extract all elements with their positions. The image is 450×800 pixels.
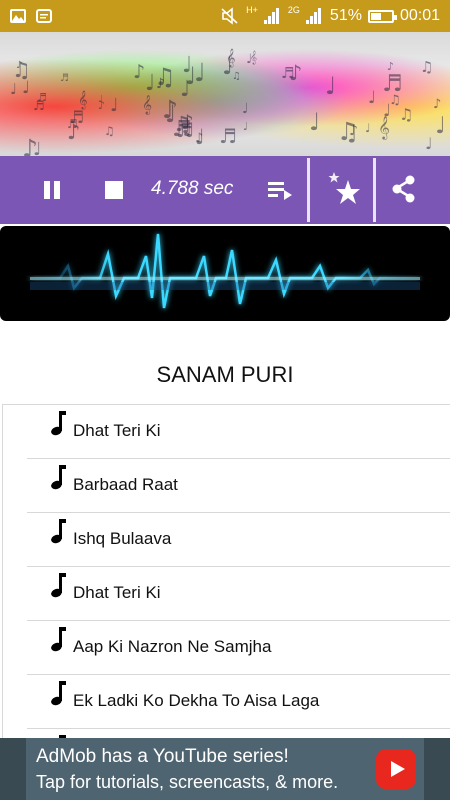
- decorative-music-note-icon: ♫: [12, 58, 31, 82]
- gallery-icon: [10, 9, 26, 23]
- song-title: Aap Ki Nazron Ne Samjha: [73, 637, 272, 656]
- song-list-item[interactable]: Ishq Bulaava: [27, 513, 450, 567]
- decorative-music-note-icon: ♪: [433, 97, 442, 112]
- ad-subline: Tap for tutorials, screencasts, & more.: [36, 772, 339, 792]
- queue-icon: [268, 182, 284, 185]
- song-list-item[interactable]: Ek Ladki Ko Dekha To Aisa Laga: [27, 675, 450, 729]
- pause-icon: [44, 181, 50, 199]
- decorative-music-note-icon: ♬: [67, 117, 78, 131]
- decorative-music-note-icon: ♩: [10, 80, 18, 98]
- pause-button[interactable]: [41, 180, 63, 200]
- music-note-icon: [49, 519, 66, 545]
- battery-icon: [367, 9, 397, 23]
- chat-icon: [36, 9, 52, 23]
- song-list: Dhat Teri Ki Barbaad Raat Ishq Bulaava Dhat…: [2, 404, 450, 740]
- decorative-music-note-icon: ♫: [420, 58, 434, 76]
- divider: [307, 158, 310, 222]
- battery-percent: 51%: [329, 7, 362, 24]
- decorative-music-note-icon: ♩: [33, 139, 42, 156]
- music-note-icon: [49, 411, 66, 437]
- song-list-item[interactable]: Dhat Teri Ki: [27, 567, 450, 621]
- song-title: Dhat Teri Ki: [73, 583, 161, 602]
- decorative-music-note-icon: ♪: [289, 61, 303, 85]
- share-button[interactable]: [390, 174, 418, 204]
- decorative-music-note-icon: ♩: [243, 120, 249, 133]
- decorative-music-note-icon: 𝄞: [142, 95, 153, 115]
- youtube-play-icon[interactable]: [376, 749, 416, 789]
- song-title: Ek Ladki Ko Dekha To Aisa Laga: [73, 691, 320, 710]
- signal-1-icon: [263, 8, 282, 24]
- divider: [373, 158, 376, 222]
- decorative-music-note-icon: ♩: [195, 125, 205, 149]
- song-list-item[interactable]: Barbaad Raat: [27, 459, 450, 513]
- status-bar: H+ 2G 51% 00:01: [0, 0, 450, 32]
- decorative-music-note-icon: ♩: [242, 101, 249, 117]
- queue-icon-line: [268, 188, 284, 191]
- app-screen: H+ 2G 51% 00:01 ♩ ♩ ♩ ♬ ♬ ♪ ♪ ♩ ♪ ♩ ♫ ♫ ♬ ♪ ♪ 𝄞 ♩ ♫ ♫ 𝄞 ♩ ♫ ♫ ♩…: [0, 0, 450, 800]
- music-banner-image: ♩ ♩ ♩ ♬ ♬ ♪ ♪ ♩ ♪ ♩ ♫ ♫ ♬ ♪ ♪ 𝄞 ♩ ♫ ♫ 𝄞 ♩ ♫ ♫ ♩ ♩ ♪ ♪ ♬ ♪ ♩ ♩ ♪ ♬ ♬ ♩ ♩ ♬ ♪ ♪ ♩…: [0, 32, 450, 156]
- decorative-music-note-icon: ♬: [37, 91, 47, 104]
- music-note-icon: [49, 627, 66, 653]
- decorative-music-note-icon: 𝄞: [78, 90, 88, 109]
- decorative-music-note-icon: ♩: [435, 113, 446, 139]
- song-list-item[interactable]: Aap Ki Nazron Ne Samjha: [27, 621, 450, 675]
- decorative-music-note-icon: ♬: [382, 71, 403, 97]
- share-icon: [392, 175, 415, 203]
- decorative-music-note-icon: ♩: [425, 134, 433, 153]
- song-list-item[interactable]: Dhat Teri Ki: [27, 405, 450, 459]
- decorative-music-note-icon: ♫: [399, 105, 414, 124]
- favorite-button[interactable]: [322, 170, 366, 210]
- song-title: Dhat Teri Ki: [73, 421, 161, 440]
- music-note-icon: [49, 573, 66, 599]
- decorative-music-note-icon: ♩: [98, 94, 103, 105]
- music-note-icon: [49, 465, 66, 491]
- decorative-music-note-icon: ♫: [104, 124, 115, 138]
- decorative-music-note-icon: ♪: [156, 76, 165, 92]
- decorative-music-note-icon: ♫: [232, 71, 241, 82]
- ad-content[interactable]: AdMob has a YouTube series! Tap for tuto…: [26, 738, 424, 800]
- hplus-label: H+: [246, 4, 258, 15]
- queue-button[interactable]: [268, 180, 292, 200]
- decorative-music-note-icon: ♩: [368, 88, 377, 108]
- music-note-icon: [49, 681, 66, 707]
- decorative-music-note-icon: 𝄞: [250, 50, 258, 64]
- decorative-music-note-icon: ♩: [309, 108, 321, 136]
- decorative-music-note-icon: ♬: [219, 124, 237, 148]
- stop-button[interactable]: [105, 181, 123, 199]
- pause-icon-bar: [54, 181, 60, 199]
- decorative-music-note-icon: ♬: [60, 73, 69, 84]
- song-title: Ishq Bulaava: [73, 529, 172, 548]
- network-label: 2G: [287, 4, 300, 15]
- queue-icon-line: [268, 194, 278, 197]
- decorative-music-note-icon: ♪: [133, 61, 146, 83]
- decorative-music-note-icon: ♩: [110, 95, 119, 116]
- ad-headline: AdMob has a YouTube series!: [36, 746, 289, 767]
- decorative-music-note-icon: ♩: [365, 121, 371, 135]
- signal-2-icon: [305, 8, 324, 24]
- song-title: Barbaad Raat: [73, 475, 178, 494]
- decorative-music-note-icon: ♪: [162, 95, 178, 124]
- decorative-music-note-icon: 𝄞: [226, 48, 236, 67]
- mute-vibrate-icon: [221, 7, 238, 25]
- audio-visualizer: [0, 226, 450, 321]
- clock: 00:01: [399, 7, 440, 24]
- ad-banner[interactable]: AdMob has a YouTube series! Tap for tuto…: [0, 738, 450, 800]
- elapsed-time: 4.788 sec: [151, 178, 234, 199]
- decorative-music-note-icon: ♪: [387, 60, 395, 73]
- decorative-music-note-icon: ♩: [185, 62, 197, 90]
- favorite-star-icon: [328, 172, 360, 204]
- artist-title: SANAM PURI: [156, 362, 294, 387]
- decorative-music-note-icon: ♪: [349, 123, 358, 139]
- player-control-bar: 4.788 sec: [0, 156, 450, 224]
- decorative-music-note-icon: ♩: [325, 72, 337, 100]
- battery-fill: [370, 12, 381, 20]
- decorative-music-note-icon: ♩: [383, 101, 392, 121]
